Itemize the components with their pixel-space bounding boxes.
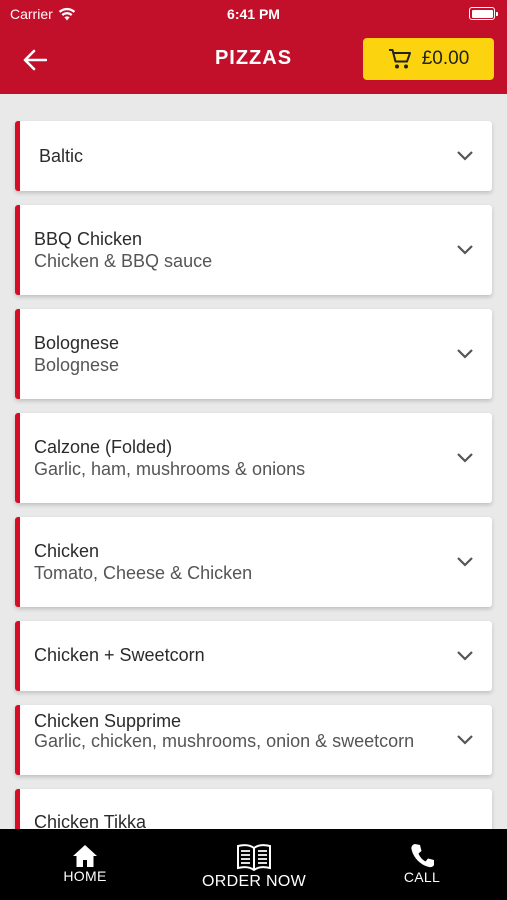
- item-description: Chicken & BBQ sauce: [34, 251, 213, 271]
- item-name: BBQ Chicken: [34, 229, 143, 249]
- chevron-down-icon: [457, 151, 473, 161]
- battery-icon: [469, 7, 498, 20]
- book-icon: [237, 844, 271, 871]
- item-name: Calzone (Folded): [34, 437, 173, 457]
- tab-home[interactable]: HOME: [50, 829, 120, 900]
- list-item[interactable]: BBQ Chicken Chicken & BBQ sauce: [15, 205, 492, 295]
- list-item[interactable]: Chicken + Sweetcorn: [15, 621, 492, 691]
- list-item[interactable]: Bolognese Bolognese: [15, 309, 492, 399]
- chevron-down-icon: [457, 735, 473, 745]
- item-name: Chicken: [34, 541, 100, 561]
- list-item[interactable]: Chicken Tomato, Cheese & Chicken: [15, 517, 492, 607]
- chevron-down-icon: [457, 453, 473, 463]
- cart-total: £0.00: [421, 48, 470, 69]
- item-description: Garlic, ham, mushrooms & onions: [34, 459, 306, 479]
- chevron-down-icon: [457, 245, 473, 255]
- phone-icon: [411, 844, 434, 868]
- chevron-down-icon: [457, 557, 473, 567]
- status-bar: Carrier 6:41 PM: [0, 0, 507, 28]
- tab-order-now[interactable]: ORDER NOW: [190, 829, 318, 900]
- app-header: Carrier 6:41 PM PIZZAS £0.00: [0, 0, 507, 94]
- tab-call[interactable]: CALL: [387, 829, 457, 900]
- clock: 6:41 PM: [227, 6, 280, 22]
- bottom-tab-bar: HOME ORDER NOW CALL: [0, 829, 507, 900]
- home-icon: [73, 845, 97, 867]
- cart-button[interactable]: £0.00: [363, 38, 494, 80]
- item-description: Garlic, chicken, mushrooms, onion & swee…: [34, 731, 415, 751]
- tab-label: CALL: [403, 869, 441, 885]
- list-item[interactable]: Calzone (Folded) Garlic, ham, mushrooms …: [15, 413, 492, 503]
- chevron-down-icon: [457, 349, 473, 359]
- list-item[interactable]: Chicken Supprime Garlic, chicken, mushro…: [15, 705, 492, 775]
- tab-label: ORDER NOW: [201, 873, 307, 890]
- list-item[interactable]: Baltic: [15, 121, 492, 191]
- item-name: Bolognese: [34, 333, 120, 353]
- tab-label: HOME: [63, 868, 107, 884]
- chevron-down-icon: [457, 651, 473, 661]
- item-name: Chicken + Sweetcorn: [34, 645, 205, 665]
- item-name: Chicken Supprime: [34, 711, 182, 731]
- item-description: Tomato, Cheese & Chicken: [34, 563, 253, 583]
- item-description: Bolognese: [34, 355, 120, 375]
- item-name: Baltic: [39, 146, 84, 166]
- cart-icon: [388, 49, 411, 69]
